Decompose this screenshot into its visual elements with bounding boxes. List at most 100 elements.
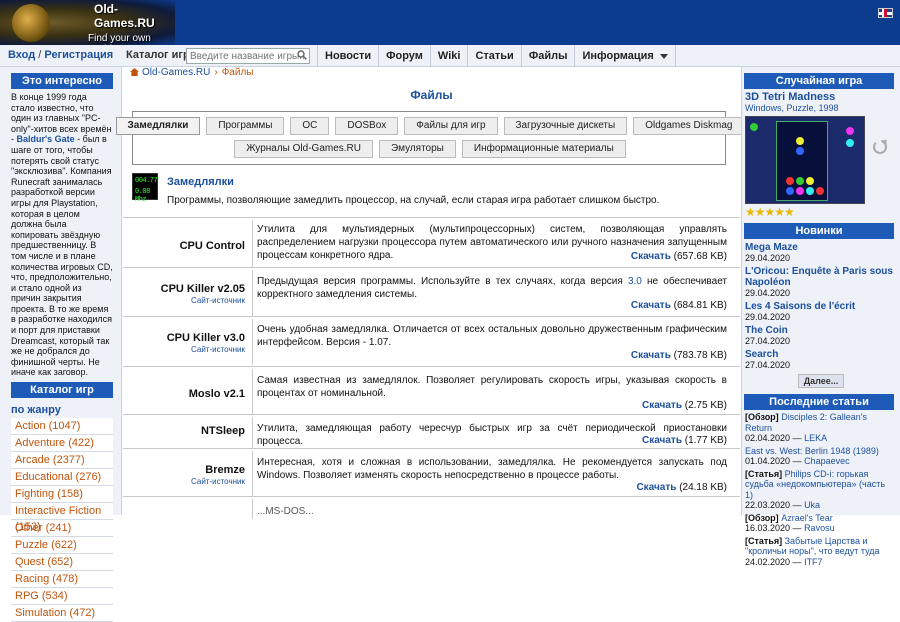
game-search-input[interactable]	[186, 48, 310, 64]
version-link[interactable]: 3.0	[628, 276, 642, 287]
nav-files[interactable]: Файлы	[520, 45, 575, 67]
article-date: 24.02.2020	[745, 556, 791, 567]
article-author[interactable]: Chapaevec	[804, 456, 850, 466]
file-size: (657.68 KB)	[673, 251, 727, 262]
category-diskmag[interactable]: Oldgames Diskmag	[633, 117, 745, 135]
news-title[interactable]: Les 4 Saisons de l'écrit	[745, 301, 894, 312]
genre-item[interactable]: Other (241)	[11, 520, 113, 538]
source-site-link[interactable]: Сайт-источник	[191, 345, 245, 354]
article-tag: [Статья]	[745, 535, 783, 546]
random-game-title[interactable]: 3D Tetri Madness	[745, 91, 894, 103]
login-link[interactable]: Вход	[8, 49, 35, 61]
game-block	[806, 187, 814, 195]
genre-item[interactable]: Action (1047)	[11, 418, 113, 436]
genre-item[interactable]: Interactive Fiction (153)	[11, 503, 113, 533]
category-info-materials[interactable]: Информационные материалы	[461, 140, 626, 158]
row-divider	[252, 270, 253, 316]
search-icon[interactable]	[297, 50, 307, 60]
file-row: Moslo v2.1 Самая известная из замедлялок…	[123, 366, 740, 415]
file-row: CPU Killer v2.05 Сайт-источник Предыдуща…	[123, 267, 740, 316]
genre-item[interactable]: Puzzle (622)	[11, 537, 113, 555]
news-title[interactable]: The Coin	[745, 325, 894, 336]
article-author[interactable]: Uka	[804, 500, 820, 510]
category-programs[interactable]: Программы	[206, 117, 285, 135]
genre-item[interactable]: RPG (534)	[11, 588, 113, 606]
article-title[interactable]: East vs. West: Berlin 1948 (1989)	[745, 446, 879, 456]
category-slowdown[interactable]: Замедлялки	[115, 117, 201, 135]
register-link[interactable]: Регистрация	[44, 49, 113, 61]
article-date: 01.04.2020	[745, 456, 791, 466]
file-description: Предыдущая версия программы. Используйте…	[257, 275, 727, 301]
breadcrumb-home[interactable]: Old-Games.RU	[142, 67, 210, 78]
file-name: CPU Killer v3.0	[166, 332, 245, 344]
genre-item[interactable]: Quest (652)	[11, 554, 113, 572]
genre-item[interactable]: Educational (276)	[11, 469, 113, 487]
category-boot-disks[interactable]: Загрузочные дискеты	[503, 117, 628, 135]
article-author[interactable]: LEKA	[804, 433, 827, 443]
home-icon	[130, 68, 139, 76]
game-block	[806, 177, 814, 185]
file-row: NTSleep Утилита, замедляющая работу чере…	[123, 414, 740, 448]
article-author[interactable]: Ravosu	[804, 523, 835, 533]
download-link[interactable]: Скачать	[631, 350, 671, 361]
random-game-screenshot[interactable]	[745, 116, 865, 204]
baldurs-gate-link[interactable]: Baldur's Gate	[17, 134, 75, 144]
left-sidebar: Это интересно В конце 1999 года стало из…	[0, 67, 122, 622]
article-tag: [Обзор]	[745, 412, 779, 422]
category-row: Замедлялки Программы ОС DOSBox Файлы для…	[115, 117, 745, 135]
logo-title: Old-Games.RU	[94, 2, 155, 30]
file-size: (783.78 KB)	[673, 350, 727, 361]
row-divider	[252, 220, 253, 267]
article-title[interactable]: Azrael's Tear	[779, 513, 833, 523]
download-link[interactable]: Скачать	[642, 400, 682, 411]
row-divider	[252, 451, 253, 497]
genre-item[interactable]: Arcade (2377)	[11, 452, 113, 470]
article-author[interactable]: ITF7	[804, 557, 823, 567]
file-size: (684.81 KB)	[673, 300, 727, 311]
logo-character-image	[12, 4, 50, 42]
genre-item[interactable]: Racing (478)	[11, 571, 113, 589]
game-block	[846, 127, 854, 135]
nav-news[interactable]: Новости	[317, 45, 378, 67]
category-magazines[interactable]: Журналы Old-Games.RU	[234, 140, 373, 158]
source-site-link[interactable]: Сайт-источник	[191, 296, 245, 305]
download-link[interactable]: Скачать	[636, 482, 676, 493]
news-title[interactable]: L'Oricou: Enquête à Paris sous Napoléon	[745, 266, 894, 288]
nav-articles[interactable]: Статьи	[467, 45, 520, 67]
file-description: Очень удобная замедлялка. Отличается от …	[257, 324, 727, 348]
genre-item[interactable]: Adventure (422)	[11, 435, 113, 453]
news-title[interactable]: Search	[745, 349, 894, 360]
nav-forum[interactable]: Форум	[378, 45, 430, 67]
category-dosbox[interactable]: DOSBox	[335, 117, 399, 135]
download-link[interactable]: Скачать	[631, 300, 671, 311]
source-site-link[interactable]: Сайт-источник	[191, 477, 245, 486]
site-logo[interactable]: Old-Games.RU Find your own world	[0, 0, 175, 45]
download-link[interactable]: Скачать	[642, 435, 682, 446]
article-item: East vs. West: Berlin 1948 (1989) 01.04.2…	[745, 445, 879, 467]
news-date: 27.04.2020	[745, 360, 791, 370]
file-name: CPU Control	[179, 240, 245, 252]
news-title[interactable]: Mega Maze	[745, 242, 894, 253]
game-block	[846, 139, 854, 147]
by-genre-link[interactable]: по жанру	[11, 404, 113, 416]
random-game-info: Windows, Puzzle, 1998	[745, 103, 839, 113]
download-link[interactable]: Скачать	[631, 251, 671, 262]
more-news-button[interactable]: Далее...	[798, 374, 844, 388]
news-date: 29.04.2020	[745, 312, 791, 322]
nav-info[interactable]: Информация	[574, 45, 676, 67]
auth-links: Вход / Регистрация	[8, 49, 113, 61]
genre-item[interactable]: Fighting (158)	[11, 486, 113, 504]
category-os[interactable]: ОС	[290, 117, 330, 135]
english-flag-icon[interactable]	[878, 8, 893, 18]
section-title[interactable]: Замедлялки	[167, 176, 234, 188]
category-game-files[interactable]: Файлы для игр	[404, 117, 498, 135]
lcd-readout: 0.08 Mhz	[135, 188, 150, 204]
file-download: Скачать (2.75 KB)	[642, 400, 727, 411]
category-emulators[interactable]: Эмуляторы	[379, 140, 456, 158]
nav-wiki[interactable]: Wiki	[429, 45, 468, 67]
refresh-icon[interactable]	[873, 140, 887, 154]
genre-item[interactable]: Simulation (472)	[11, 605, 113, 622]
file-download: Скачать (1.77 KB)	[642, 435, 727, 446]
nav-info-label: Информация	[582, 50, 654, 62]
main-menu: Новости Форум Wiki Статьи Файлы Информац…	[317, 45, 676, 67]
